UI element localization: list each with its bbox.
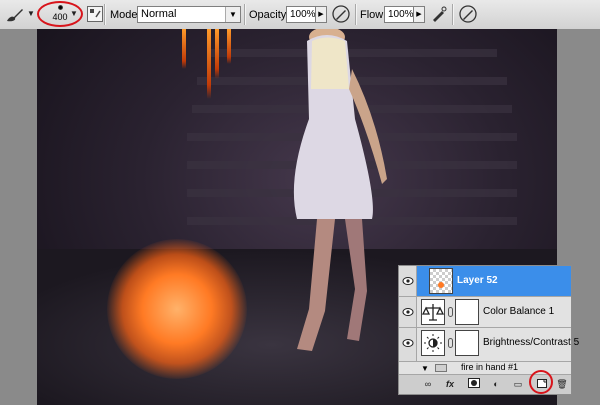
link-icon[interactable]: ∞ [421,378,435,390]
pressure-opacity-icon[interactable] [331,4,351,24]
layer-name: Color Balance 1 [483,306,555,317]
eye-icon [402,339,414,347]
orb-thumb-dot [438,282,444,288]
brush-tool-icon[interactable] [4,6,26,24]
brush-panel-toggle-button[interactable] [87,6,103,22]
highlight-circle-brush [37,1,83,27]
separator [244,4,246,25]
girl-figure-artwork [293,29,387,351]
layer-row[interactable]: Color Balance 1 [399,297,571,328]
flow-input[interactable]: 100% [384,6,414,23]
group-folder-icon[interactable]: ▭ [511,378,525,390]
add-mask-icon [468,378,480,388]
group-expand-icon[interactable]: ▼ [421,364,429,373]
flow-slider-arrow-icon[interactable]: ▶ [413,6,425,23]
chevron-down-icon: ▼ [225,7,240,22]
layer-name: Layer 52 [457,275,498,286]
fire-drip [227,29,231,64]
adjustment-icon[interactable]: ◐ [489,378,503,390]
options-bar: ▼ 400 ▼ Mode: Normal ▼ Opacity: 100% ▶ F… [0,0,600,30]
separator [355,4,357,25]
fire-orb-artwork [107,239,247,379]
mode-label: Mode: [110,9,141,21]
opacity-label: Opacity: [249,9,290,21]
visibility-toggle[interactable] [399,266,417,296]
mask-link-icon[interactable] [448,307,453,317]
adjustment-thumbnail [421,330,445,356]
visibility-toggle[interactable] [399,297,417,327]
folder-icon [435,364,447,372]
trash-icon[interactable]: 🗑 [555,378,569,390]
separator [104,4,106,25]
eye-icon [402,308,414,316]
fire-drip [182,29,186,69]
balance-scale-icon [421,304,445,321]
visibility-toggle[interactable] [399,328,417,361]
group-name: fire in hand #1 [461,362,519,372]
mask-thumbnail [455,299,479,325]
opacity-slider-arrow-icon[interactable]: ▶ [315,6,327,23]
separator [452,4,454,25]
fire-drip [215,29,219,79]
layer-thumbnail [429,268,453,294]
brush-panel-icon [90,9,101,18]
flow-label: Flow: [360,9,387,21]
fx-icon[interactable]: fx [443,378,457,390]
layer-row[interactable]: Brightness/Contrast 5 [399,328,579,362]
mask-thumbnail [455,330,479,356]
fire-drip [207,29,211,99]
highlight-circle-new-layer [529,370,553,394]
mask-icon[interactable] [467,378,481,390]
mode-select[interactable]: Normal ▼ [137,6,241,23]
mask-link-icon[interactable] [448,338,453,348]
airbrush-icon[interactable] [429,4,449,24]
layer-name: Brightness/Contrast 5 [483,337,580,348]
tool-preset-dropdown-icon[interactable]: ▼ [27,9,35,18]
adjustment-thumbnail [421,299,445,325]
sun-icon [424,334,442,352]
eye-icon [402,277,414,285]
pressure-size-icon[interactable] [458,4,478,24]
layer-row[interactable]: Layer 52 [399,266,571,297]
opacity-input[interactable]: 100% [286,6,316,23]
pasteboard-left [0,29,37,405]
mode-value: Normal [141,8,177,20]
